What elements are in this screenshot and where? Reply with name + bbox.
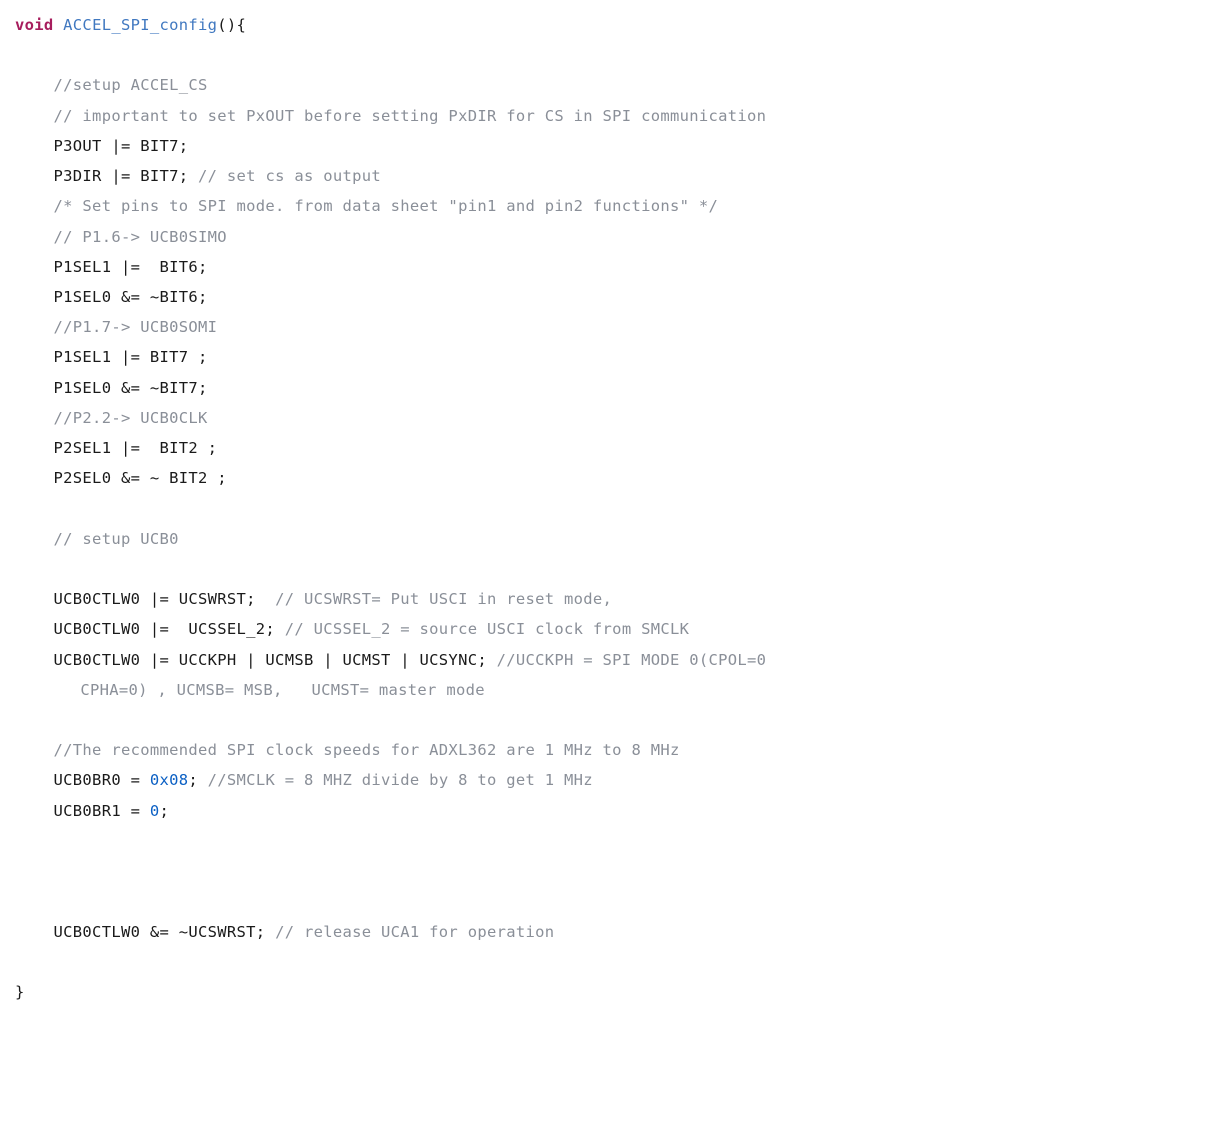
- code-line: UCB0BR0 =: [54, 771, 150, 789]
- punct: (){: [217, 16, 246, 34]
- code-line: P2SEL1 |= BIT2 ;: [54, 439, 218, 457]
- comment: // UCSSEL_2 = source USCI clock from SMC…: [285, 620, 690, 638]
- comment: // setup UCB0: [54, 530, 179, 548]
- code-line: UCB0CTLW0 |= UCSWRST;: [54, 590, 276, 608]
- comment: // important to set PxOUT before setting…: [54, 107, 767, 125]
- code-line: UCB0CTLW0 |= UCSSEL_2;: [54, 620, 285, 638]
- code-line: P1SEL0 &= ~BIT7;: [54, 379, 208, 397]
- comment: //The recommended SPI clock speeds for A…: [54, 741, 680, 759]
- comment-wrap: CPHA=0) , UCMSB= MSB, UCMST= master mode: [80, 681, 485, 699]
- number-literal: 0x08: [150, 771, 189, 789]
- comment: //setup ACCEL_CS: [54, 76, 208, 94]
- comment: //UCCKPH = SPI MODE 0(CPOL=0: [497, 651, 776, 669]
- code-line: P3DIR |= BIT7;: [54, 167, 198, 185]
- comment: //SMCLK = 8 MHZ divide by 8 to get 1 MHz: [208, 771, 593, 789]
- code-line: UCB0CTLW0 &= ~UCSWRST;: [54, 923, 276, 941]
- code-line: UCB0BR1 =: [54, 802, 150, 820]
- comment: /* Set pins to SPI mode. from data sheet…: [54, 197, 719, 215]
- comment: // set cs as output: [198, 167, 381, 185]
- code-line: ;: [188, 771, 207, 789]
- number-literal: 0: [150, 802, 160, 820]
- closing-brace: }: [15, 983, 25, 1001]
- code-block: void ACCEL_SPI_config(){ //setup ACCEL_C…: [15, 10, 1205, 1007]
- code-line: P1SEL1 |= BIT7 ;: [54, 348, 208, 366]
- comment: // P1.6-> UCB0SIMO: [54, 228, 227, 246]
- code-line: UCB0CTLW0 |= UCCKPH | UCMSB | UCMST | UC…: [54, 651, 497, 669]
- comment: // release UCA1 for operation: [275, 923, 554, 941]
- code-line: ;: [160, 802, 170, 820]
- comment: // UCSWRST= Put USCI in reset mode,: [275, 590, 612, 608]
- code-line: P1SEL0 &= ~BIT6;: [54, 288, 208, 306]
- comment: //P2.2-> UCB0CLK: [54, 409, 208, 427]
- code-line: P1SEL1 |= BIT6;: [54, 258, 208, 276]
- code-line: P2SEL0 &= ~ BIT2 ;: [54, 469, 227, 487]
- keyword-void: void: [15, 16, 54, 34]
- code-line: P3OUT |= BIT7;: [54, 137, 189, 155]
- comment: //P1.7-> UCB0SOMI: [54, 318, 218, 336]
- function-name: ACCEL_SPI_config: [63, 16, 217, 34]
